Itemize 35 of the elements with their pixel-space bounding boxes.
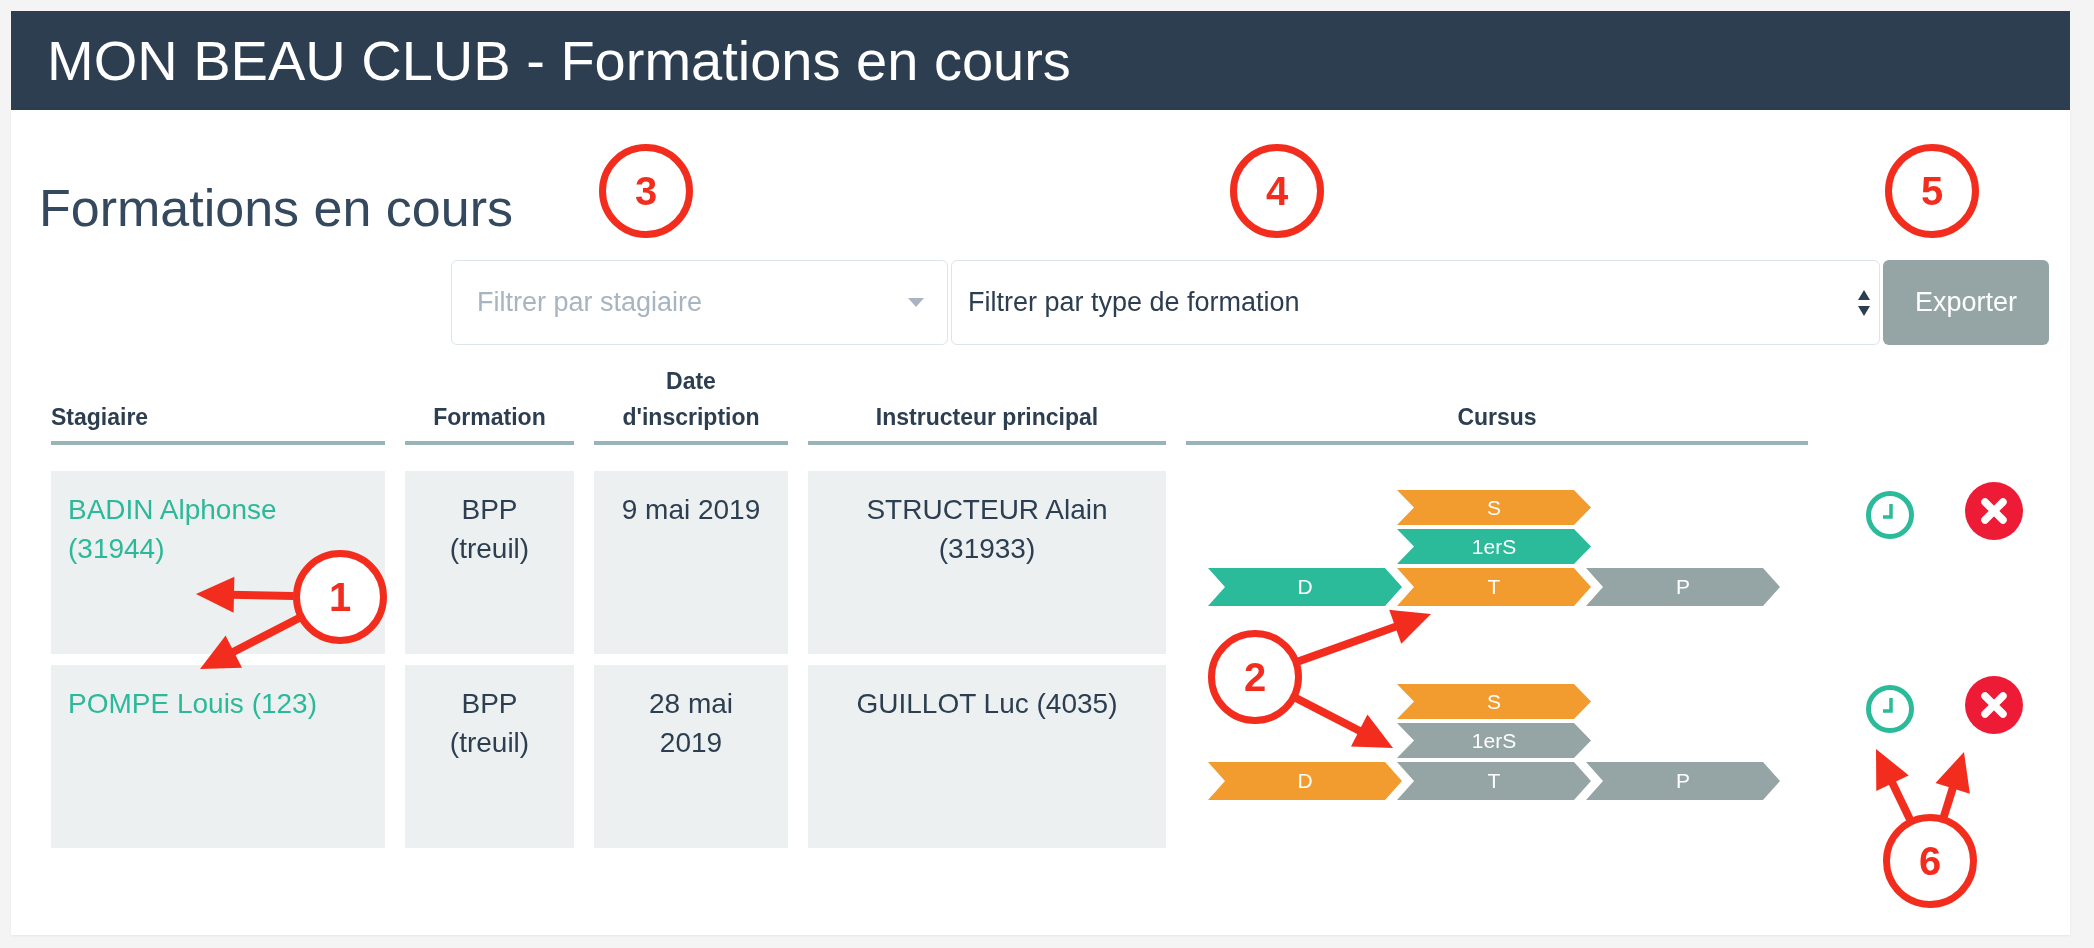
cursus-step: D bbox=[1208, 762, 1402, 800]
trainee-filter-field[interactable]: Filtrer par stagiaire bbox=[451, 260, 948, 345]
cursus-step: S bbox=[1397, 684, 1591, 719]
column-header: Date d'inscription bbox=[594, 363, 788, 445]
column-header: Formation bbox=[405, 399, 574, 445]
cursus-step: T bbox=[1397, 568, 1591, 606]
cross-circle-icon[interactable] bbox=[1965, 676, 2023, 734]
clock-icon[interactable] bbox=[1866, 491, 1914, 539]
cursus-step: S bbox=[1397, 490, 1591, 525]
cursus-step: P bbox=[1586, 568, 1780, 606]
up-down-arrows-icon bbox=[1858, 289, 1870, 316]
training-cell: BPP (treuil) bbox=[405, 471, 574, 654]
callout-arrow bbox=[1876, 749, 1914, 821]
export-button[interactable]: Exporter bbox=[1883, 260, 2049, 345]
callout-arrow bbox=[1935, 752, 1970, 818]
cursus-step: P bbox=[1586, 762, 1780, 800]
cursus-step: T bbox=[1397, 762, 1591, 800]
cursus-step: D bbox=[1208, 568, 1402, 606]
column-header: Stagiaire bbox=[51, 399, 385, 445]
instructor-cell: STRUCTEUR Alain (31933) bbox=[808, 471, 1166, 654]
instructor-cell: GUILLOT Luc (4035) bbox=[808, 665, 1166, 848]
training-type-select[interactable]: Filtrer par type de formation bbox=[951, 260, 1880, 345]
page-title: Formations en cours bbox=[39, 178, 513, 239]
cursus-step: 1erS bbox=[1397, 723, 1591, 758]
trainee-link[interactable]: POMPE Louis (123) bbox=[68, 684, 317, 723]
column-header: Cursus bbox=[1186, 399, 1808, 445]
caret-icon bbox=[908, 298, 924, 307]
date-cell: 28 mai 2019 bbox=[594, 665, 788, 848]
app-title: MON BEAU CLUB - Formations en cours bbox=[47, 27, 1071, 94]
clock-icon[interactable] bbox=[1866, 685, 1914, 733]
cross-circle-icon[interactable] bbox=[1965, 482, 2023, 540]
training-cell: BPP (treuil) bbox=[405, 665, 574, 848]
date-cell: 9 mai 2019 bbox=[594, 471, 788, 654]
column-header: Instructeur principal bbox=[808, 399, 1166, 445]
cursus-step: 1erS bbox=[1397, 529, 1591, 564]
